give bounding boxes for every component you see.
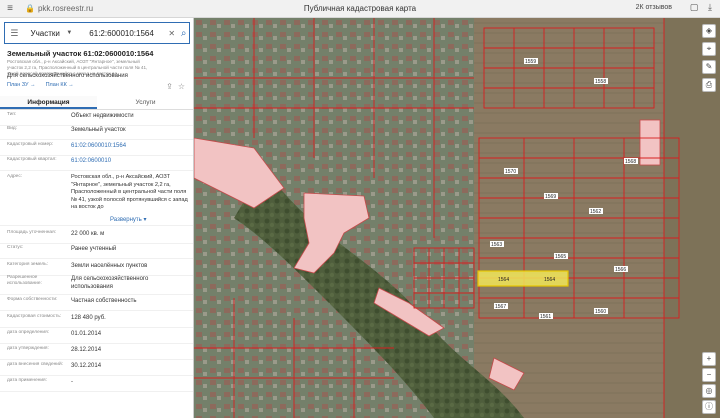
info-row-kind: Вид: Земельный участок [0, 126, 193, 140]
row-label: Тип: [7, 112, 17, 117]
object-title: Земельный участок 61:02:0600010:1564 [7, 49, 154, 58]
search-input[interactable] [89, 28, 168, 38]
row-value: 01.01.2014 [71, 331, 102, 337]
object-purpose: Для сельскохозяйственного использования [7, 73, 128, 79]
ruler-icon[interactable]: ✎ [702, 60, 716, 74]
parcel-number: 1560 [595, 309, 606, 315]
row-label: Статус: [7, 245, 24, 250]
star-icon[interactable]: ☆ [178, 82, 185, 91]
row-value: Ранее учтенный [71, 246, 117, 252]
tab-bar: Информация Услуги [0, 96, 193, 110]
row-value: Частная собственность [71, 298, 137, 304]
url-text[interactable]: pkk.rosreestr.ru [38, 4, 93, 13]
bookmark-icon[interactable]: ▢ [688, 2, 700, 13]
map-canvas[interactable]: 1564 1564 1563 1565 1566 1567 1561 1560 … [194, 18, 720, 418]
layers-icon[interactable]: ◈ [702, 24, 716, 38]
info-panel: ☰ Участки ▼ ✕ ⌕ Земельный участок 61:02:… [0, 18, 194, 418]
row-label: дата утверждения: [7, 346, 49, 351]
info-row-address: Адрес: Ростовская обл., р-н Аксайский, А… [0, 174, 193, 226]
row-value: Ростовская обл., р-н Аксайский, АОЗТ "Ян… [71, 174, 188, 211]
info-row-type: Тип: Объект недвижимости [0, 112, 193, 126]
row-label: дата внесения сведений: [7, 362, 63, 367]
locate-icon[interactable]: ◎ [702, 384, 716, 398]
expand-address-link[interactable]: Развернуть ▾ [110, 216, 146, 223]
menu-icon[interactable]: ≡ [3, 2, 17, 16]
parcel-number: 1561 [540, 314, 551, 320]
reviews-badge[interactable]: 2К отзывов [636, 4, 672, 11]
close-icon[interactable]: ✕ [167, 29, 176, 38]
row-value: 128 480 руб. [71, 315, 106, 321]
highlight-label: 1564 [544, 277, 555, 283]
info-row-date-applied: дата применения: - [0, 378, 193, 392]
search-bar: ☰ Участки ▼ ✕ ⌕ [4, 22, 190, 44]
info-row-land-category: Категория земель: Земли населённых пункт… [0, 262, 193, 276]
row-label: Адрес: [7, 174, 23, 179]
search-layers-icon[interactable]: ⌖ [702, 42, 716, 56]
row-label: дата определения: [7, 330, 50, 335]
row-value: 28.12.2014 [71, 347, 102, 353]
row-label: Площадь уточненная: [7, 230, 57, 235]
browser-top-bar: ≡ 🔒 pkk.rosreestr.ru Публичная кадастров… [0, 0, 720, 18]
parcel-number: 1559 [525, 59, 536, 65]
info-row-ownership: Форма собственности: Частная собственнос… [0, 297, 193, 311]
row-value: 22 000 кв. м [71, 231, 105, 237]
zoom-out-button[interactable]: − [702, 368, 716, 382]
row-label: Кадастровая стоимость: [7, 314, 62, 319]
info-row-permitted-use: Разрешенное использование: Для сельскохо… [0, 275, 193, 295]
lock-icon: 🔒 [25, 4, 35, 13]
row-value: - [71, 379, 73, 385]
plan-zu-link[interactable]: План ЗУ → [7, 82, 36, 88]
hamburger-icon[interactable]: ☰ [8, 28, 21, 39]
parcel-number: 1570 [505, 169, 516, 175]
parcel-number: 1562 [590, 209, 601, 215]
cadastral-map[interactable]: 1564 1564 1563 1565 1566 1567 1561 1560 … [194, 18, 720, 418]
row-label: Кадастровый номер: [7, 142, 54, 147]
zoom-in-button[interactable]: + [702, 352, 716, 366]
info-row-date-approved: дата утверждения: 28.12.2014 [0, 346, 193, 360]
row-label: Разрешенное использование: [7, 275, 42, 286]
download-icon[interactable]: ⤓ [704, 2, 716, 13]
row-label: Кадастровый квартал: [7, 157, 57, 162]
row-label: дата применения: [7, 378, 47, 383]
info-row-area: Площадь уточненная: 22 000 кв. м [0, 230, 193, 244]
highlight-label: 1564 [498, 277, 509, 283]
cadastral-number-link[interactable]: 61:02:0600010:1564 [71, 142, 189, 150]
row-value: Объект недвижимости [71, 113, 134, 119]
parcel-number: 1566 [615, 267, 626, 273]
info-row-date-determined: дата определения: 01.01.2014 [0, 330, 193, 344]
info-row-status: Статус: Ранее учтенный [0, 245, 193, 259]
info-icon[interactable]: ⓘ [702, 400, 716, 414]
chevron-down-icon[interactable]: ▼ [66, 30, 75, 36]
parcel-number: 1568 [625, 159, 636, 165]
parcel-number: 1563 [491, 242, 502, 248]
tab-information[interactable]: Информация [0, 96, 97, 109]
parcel-number: 1558 [595, 79, 606, 85]
cadastral-block-link[interactable]: 61:02:0600010 [71, 157, 189, 165]
info-row-cadastral-value: Кадастровая стоимость: 128 480 руб. [0, 314, 193, 328]
parcel-number: 1569 [545, 194, 556, 200]
tab-services[interactable]: Услуги [97, 96, 193, 109]
info-row-date-entered: дата внесения сведений: 30.12.2014 [0, 362, 193, 376]
page-title: Публичная кадастровая карта [303, 4, 417, 13]
search-type-select[interactable]: Участки [31, 29, 67, 38]
plan-kk-link[interactable]: План КК → [46, 82, 74, 88]
row-label: Категория земель: [7, 262, 49, 267]
row-label: Вид: [7, 126, 18, 131]
row-value: 30.12.2014 [71, 363, 102, 369]
parcel-number: 1567 [495, 304, 506, 310]
parcel-number: 1565 [555, 254, 566, 260]
search-icon[interactable]: ⌕ [178, 28, 189, 39]
row-value: Для сельскохозяйственного использования [71, 276, 149, 290]
print-icon[interactable]: ⎙ [702, 78, 716, 92]
row-value: Земельный участок [71, 127, 126, 133]
row-label: Форма собственности: [7, 297, 58, 302]
row-value: Земли населённых пунктов [71, 263, 148, 269]
info-row-cadastral-number: Кадастровый номер: 61:02:0600010:1564 [0, 142, 193, 156]
share-icon[interactable]: ⇪ [166, 82, 173, 91]
info-row-cadastral-block: Кадастровый квартал: 61:02:0600010 [0, 157, 193, 171]
